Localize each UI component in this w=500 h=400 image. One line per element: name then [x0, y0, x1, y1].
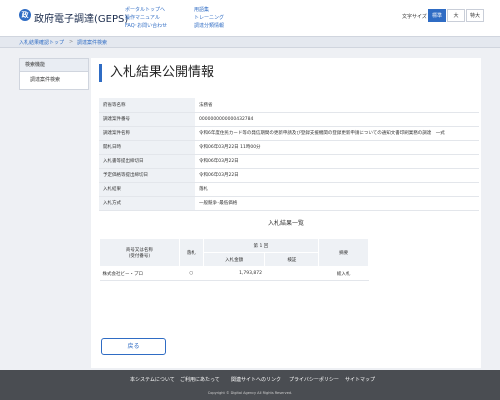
award-cell: ○	[179, 266, 204, 281]
result-list-heading: 入札結果一覧	[267, 220, 304, 227]
breadcrumb: 入札結果確認トップ > 調達案件検索	[0, 36, 500, 48]
row-value: 令和6年度住民カード等の発信期間の更新申請及び登録支援機関の登録更新申請について…	[195, 126, 479, 141]
table-row: 入札書等提出締切日 令和06年03月22日	[99, 154, 479, 169]
table-row: 府省等名称 法務省	[99, 98, 479, 113]
table-row: 入札方式 一般競争･最低価格	[99, 196, 479, 211]
glossary-link[interactable]: 用語集	[194, 6, 209, 13]
font-size-standard-button[interactable]: 標準	[428, 9, 446, 22]
breadcrumb-item-search[interactable]: 調達案件検索	[77, 39, 107, 46]
manual-link[interactable]: 操作マニュアル	[125, 14, 160, 21]
table-row: 入札結果 落札	[99, 182, 479, 197]
font-size-large-button[interactable]: 大	[447, 9, 465, 22]
row-label: 入札結果	[99, 182, 195, 197]
row-value: 令和06年03月22日	[195, 168, 479, 183]
footer-link-related-sites[interactable]: 関連サイトへのリンク	[231, 376, 281, 383]
row-label: 入札書等提出締切日	[99, 154, 195, 169]
footer-link-sitemap[interactable]: サイトマップ	[345, 376, 375, 383]
remarks-cell: 総入札	[318, 266, 369, 281]
table-row: 予定価格等提出締切日 令和06年03月22日	[99, 168, 479, 183]
footer-link-usage[interactable]: ご利用にあたって	[180, 376, 220, 383]
bid-result-table: 商号又は名称 (受付番号) 落札 第 1 回 摘要 入札金額 検証 株式会社ビー…	[99, 238, 369, 281]
row-value: 0000000000000432784	[195, 112, 479, 127]
col-vendor-header: 商号又は名称 (受付番号)	[99, 238, 180, 267]
faq-link[interactable]: FAQ･お問い合わせ	[125, 22, 167, 29]
row-label: 調達案件名称	[99, 126, 195, 141]
page-title: 入札結果公開情報	[99, 64, 214, 82]
row-label: 予定価格等提出締切日	[99, 168, 195, 183]
copyright-text: Copyright © Digital Agency All Rights Re…	[207, 391, 293, 395]
sidebar-item-case-search[interactable]: 調達案件検索	[20, 72, 88, 89]
row-label: 開札日時	[99, 140, 195, 155]
procurement-category-link[interactable]: 調達分類情報	[194, 22, 224, 29]
col-verdict-header: 検証	[264, 252, 320, 267]
table-row: 調達案件番号 0000000000000432784	[99, 112, 479, 127]
row-value: 落札	[195, 182, 479, 197]
table-row: 開札日時 令和06年03月22日 11時00分	[99, 140, 479, 155]
row-value: 一般競争･最低価格	[195, 196, 479, 211]
bid-info-table: 府省等名称 法務省 調達案件番号 0000000000000432784 調達案件名…	[99, 98, 479, 211]
sidebar-heading: 検索機能	[20, 59, 88, 72]
portal-top-link[interactable]: ポータルトップへ	[125, 6, 165, 13]
header: 政 政府電子調達(GEPS) ポータルトップへ 操作マニュアル FAQ･お問い合…	[0, 0, 500, 36]
geps-logo-icon[interactable]: 政	[19, 9, 31, 21]
table-row: 調達案件名称 令和6年度住民カード等の発信期間の更新申請及び登録支援機関の登録更新…	[99, 126, 479, 141]
breadcrumb-item-top[interactable]: 入札結果確認トップ	[19, 39, 64, 46]
amount-cell: 1,793,872	[203, 266, 265, 281]
font-size-xlarge-button[interactable]: 特大	[466, 9, 484, 22]
breadcrumb-separator: >	[69, 39, 74, 45]
footer-link-privacy[interactable]: プライバシーポリシー	[289, 376, 339, 383]
row-value: 令和06年03月22日 11時00分	[195, 140, 479, 155]
col-round-header: 第 1 回	[202, 238, 320, 253]
table-row: 株式会社ビー・プロ ○ 1,793,872 総入札	[99, 266, 369, 281]
vendor-cell: 株式会社ビー・プロ	[99, 266, 180, 281]
site-title[interactable]: 政府電子調達(GEPS)	[34, 10, 128, 25]
row-label: 府省等名称	[99, 98, 195, 113]
col-remarks-header: 摘要	[318, 238, 369, 267]
col-amount-header: 入札金額	[202, 252, 266, 267]
col-award-header: 落札	[178, 238, 204, 267]
footer: 本システムについて ご利用にあたって 関連サイトへのリンク プライバシーポリシー…	[0, 370, 500, 400]
training-link[interactable]: トレーニング	[194, 14, 224, 21]
font-size-label: 文字サイズ	[402, 14, 427, 20]
footer-link-about[interactable]: 本システムについて	[130, 376, 175, 383]
row-label: 調達案件番号	[99, 112, 195, 127]
back-button[interactable]: 戻る	[101, 338, 166, 355]
main-panel: 入札結果公開情報 府省等名称 法務省 調達案件番号 0000000000000432…	[91, 58, 481, 368]
verdict-cell	[264, 266, 319, 281]
sidebar: 検索機能 調達案件検索	[19, 58, 89, 90]
row-value: 令和06年03月22日	[195, 154, 479, 169]
table-header-row: 商号又は名称 (受付番号) 落札 第 1 回 摘要	[99, 238, 369, 267]
row-value: 法務省	[195, 98, 479, 113]
row-label: 入札方式	[99, 196, 195, 211]
